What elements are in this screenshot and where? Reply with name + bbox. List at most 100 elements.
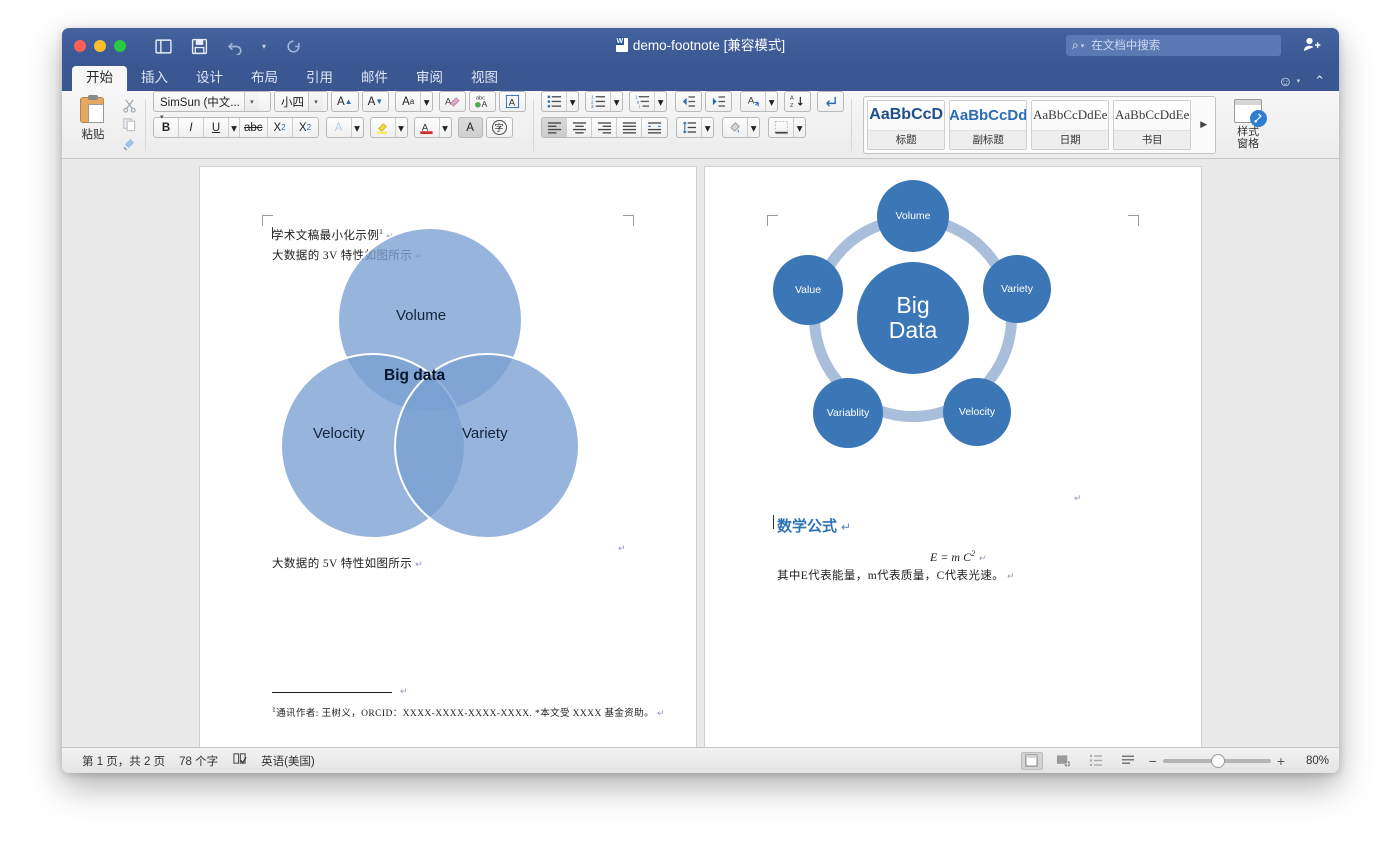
language-indicator[interactable]: 英语(美国) <box>261 753 315 769</box>
line-spacing-icon[interactable] <box>677 118 703 137</box>
paragraph-formula-explanation[interactable]: 其中E代表能量，m代表质量，C代表光速。 ↵ <box>777 567 1015 583</box>
footnote-text[interactable]: 1通讯作者: 王树义，ORCID：XXXX-XXXX-XXXX-XXXX. *本… <box>272 705 665 719</box>
font-color-icon[interactable]: A <box>415 118 440 137</box>
search-input[interactable] <box>1089 38 1275 53</box>
change-case-dropdown-icon[interactable]: ▾ <box>421 92 432 111</box>
venn-diagram-3v[interactable]: Volume Velocity Variety Big data <box>280 227 580 539</box>
search-dropdown-icon[interactable]: ▾ <box>1081 42 1085 50</box>
text-effects-dropdown-icon[interactable]: ▾ <box>352 118 363 137</box>
format-painter-icon[interactable] <box>120 136 138 151</box>
sort-icon[interactable]: AZ <box>784 91 812 112</box>
borders-dropdown-icon[interactable]: ▾ <box>794 118 805 137</box>
zoom-track[interactable] <box>1162 753 1271 768</box>
font-size-combo[interactable]: 小四 ▾ <box>274 91 328 112</box>
view-draft-icon[interactable] <box>1117 752 1139 770</box>
style-card-date[interactable]: AaBbCcDdEe 日期 <box>1031 99 1110 150</box>
maximize-window-button[interactable] <box>114 40 126 52</box>
bullet-list-icon[interactable] <box>542 92 568 111</box>
document-canvas[interactable]: 学术文稿最小化示例1↵ 大数据的 3V 特性如图所示↵ Volume Veloc… <box>62 159 1339 747</box>
superscript-button[interactable]: X2 <box>293 118 318 137</box>
styles-gallery-more-icon[interactable]: ▶ <box>1195 119 1212 130</box>
show-formatting-marks-icon[interactable] <box>817 91 845 112</box>
zoom-in-button[interactable]: + <box>1277 753 1285 769</box>
bold-button[interactable]: B <box>154 118 179 137</box>
view-web-layout-icon[interactable] <box>1053 752 1075 770</box>
search-box[interactable]: ⌕ ▾ <box>1066 35 1281 56</box>
style-card-bibliography[interactable]: AaBbCcDdEe 书目 <box>1113 99 1192 150</box>
tab-design[interactable]: 设计 <box>182 66 237 91</box>
font-color-dropdown-icon[interactable]: ▾ <box>440 118 451 137</box>
undo-icon[interactable] <box>224 35 246 57</box>
character-shading-button[interactable]: A <box>457 117 483 138</box>
highlight-color-icon[interactable] <box>371 118 396 137</box>
phonetic-guide-icon[interactable]: abc A <box>469 91 497 112</box>
paste-button-label[interactable]: 粘贴 <box>82 126 105 142</box>
cycle-node-velocity[interactable]: Velocity <box>943 378 1011 446</box>
close-window-button[interactable] <box>74 40 86 52</box>
decrease-indent-icon[interactable] <box>675 91 703 112</box>
borders-icon[interactable] <box>769 118 795 137</box>
highlight-dropdown-icon[interactable]: ▾ <box>396 118 407 137</box>
font-size-dropdown-icon[interactable]: ▾ <box>308 92 323 111</box>
shading-dropdown-icon[interactable]: ▾ <box>748 118 759 137</box>
line-spacing-dropdown-icon[interactable]: ▾ <box>702 118 713 137</box>
align-left-icon[interactable] <box>542 118 568 137</box>
cycle-diagram-5v[interactable]: Big Data Volume Variety Velocity Variabl… <box>757 180 1067 472</box>
document-page-2[interactable]: Big Data Volume Variety Velocity Variabl… <box>705 167 1201 747</box>
spellcheck-icon[interactable] <box>232 752 247 769</box>
clear-formatting-icon[interactable]: A <box>439 91 467 112</box>
shrink-font-button[interactable]: A ▼ <box>361 91 390 112</box>
tab-view[interactable]: 视图 <box>457 66 512 91</box>
tab-home[interactable]: 开始 <box>72 66 127 91</box>
sidebar-toggle-icon[interactable] <box>152 35 174 57</box>
distribute-icon[interactable] <box>642 118 667 137</box>
multilevel-list-dropdown-icon[interactable]: ▾ <box>655 92 666 111</box>
cycle-node-variety[interactable]: Variety <box>983 255 1051 323</box>
document-title-text[interactable]: demo-footnote [兼容模式] <box>633 38 785 53</box>
tab-layout[interactable]: 布局 <box>237 66 292 91</box>
zoom-level[interactable]: 80% <box>1295 755 1329 767</box>
collapse-ribbon-icon[interactable]: ⌃ <box>1314 73 1325 89</box>
text-direction-icon[interactable]: A <box>741 92 767 111</box>
copy-icon[interactable] <box>120 117 138 132</box>
cycle-node-volume[interactable]: Volume <box>877 180 949 252</box>
page-indicator[interactable]: 第 1 页，共 2 页 <box>82 753 165 769</box>
formula-emc2[interactable]: E = m C2 ↵ <box>930 549 986 565</box>
tab-insert[interactable]: 插入 <box>127 66 182 91</box>
text-direction-dropdown-icon[interactable]: ▾ <box>766 92 777 111</box>
align-right-icon[interactable] <box>592 118 618 137</box>
paragraph-caption-5v[interactable]: 大数据的 5V 特性如图所示 ↵ <box>272 555 423 571</box>
bullet-list-dropdown-icon[interactable]: ▾ <box>567 92 578 111</box>
numbered-list-icon[interactable]: 123 <box>586 92 612 111</box>
tab-mailings[interactable]: 邮件 <box>347 66 402 91</box>
cycle-node-variablity[interactable]: Variablity <box>813 378 883 448</box>
underline-button[interactable]: U <box>204 118 229 137</box>
change-case-button[interactable]: Aa <box>396 92 422 111</box>
shading-icon[interactable] <box>723 118 749 137</box>
subscript-button[interactable]: X2 <box>268 118 293 137</box>
grow-font-button[interactable]: A ▲ <box>331 91 359 112</box>
italic-button[interactable]: I <box>179 118 204 137</box>
cut-icon[interactable] <box>120 98 138 113</box>
cycle-center-bigdata[interactable]: Big Data <box>857 262 969 374</box>
view-outline-icon[interactable] <box>1085 752 1107 770</box>
redo-icon[interactable] <box>282 35 304 57</box>
multilevel-list-icon[interactable]: 1ai <box>630 92 656 111</box>
share-person-icon[interactable] <box>1303 36 1321 59</box>
save-icon[interactable] <box>188 35 210 57</box>
increase-indent-icon[interactable] <box>705 91 733 112</box>
font-name-combo[interactable]: SimSun (中文... ▾ <box>153 91 271 112</box>
zoom-knob[interactable] <box>1210 753 1225 768</box>
underline-dropdown-icon[interactable]: ▾ <box>229 118 240 137</box>
document-page-1[interactable]: 学术文稿最小化示例1↵ 大数据的 3V 特性如图所示↵ Volume Veloc… <box>200 167 696 747</box>
strikethrough-button[interactable]: abc <box>240 118 268 137</box>
character-border-icon[interactable]: A <box>499 91 527 112</box>
tab-review[interactable]: 审阅 <box>402 66 457 91</box>
styles-pane-button[interactable]: 样式 窗格 <box>1222 99 1274 150</box>
view-print-layout-icon[interactable] <box>1020 751 1043 770</box>
font-name-dropdown-icon[interactable]: ▾ <box>243 92 259 111</box>
paste-icon[interactable] <box>80 95 106 125</box>
feedback-smiley-icon[interactable]: ☺ <box>1278 73 1292 89</box>
align-center-icon[interactable] <box>567 118 593 137</box>
numbered-list-dropdown-icon[interactable]: ▾ <box>611 92 622 111</box>
